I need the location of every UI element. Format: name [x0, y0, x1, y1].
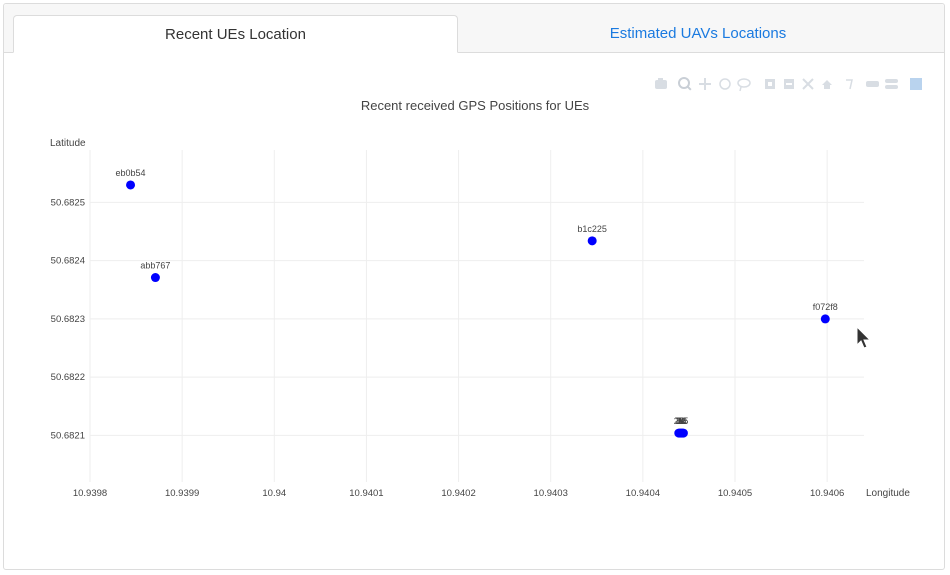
y-tick-label: 50.6823	[51, 314, 85, 325]
x-tick-label: 10.9401	[349, 488, 383, 499]
data-point-label: b1c225	[577, 224, 607, 234]
data-point-eb0b54[interactable]	[126, 180, 136, 190]
x-tick-label: 10.9402	[441, 488, 475, 499]
data-point-label: f072f8	[813, 302, 838, 312]
x-tick-label: 10.9405	[718, 488, 752, 499]
data-point-f072f8[interactable]	[820, 314, 830, 324]
chart-grid	[89, 150, 864, 482]
y-tick-label: 50.6824	[51, 256, 85, 267]
x-tick-label: 10.9403	[534, 488, 568, 499]
data-point-abb767[interactable]	[150, 273, 160, 283]
chart-title: Recent received GPS Positions for UEs	[361, 98, 590, 113]
x-tick-label: 10.9399	[165, 488, 199, 499]
mouse-cursor-icon	[856, 325, 872, 355]
x-tick-label: 10.9404	[626, 488, 660, 499]
y-tick-label: 50.6821	[51, 430, 85, 441]
chart-points: eb0b54abb767b1c225f072f8257b3436ac85	[116, 168, 838, 438]
y-tick-label: 50.6822	[51, 372, 85, 383]
scatter-chart: 10.9398 10.9399 10.94 10.9401 10.9402 10.9403…	[50, 98, 910, 499]
data-point-label: eb0b54	[116, 168, 146, 178]
x-axis-title: Longitude	[866, 488, 910, 499]
x-tick-label: 10.9406	[810, 488, 844, 499]
x-tick-label: 10.9398	[73, 488, 107, 499]
x-tick-label: 10.94	[262, 488, 286, 499]
data-point-85[interactable]	[678, 428, 688, 438]
y-axis-title: Latitude	[50, 138, 86, 149]
data-point-label: abb767	[140, 261, 170, 271]
chart-ticks: 10.9398 10.9399 10.94 10.9401 10.9402 10.9403…	[51, 197, 845, 499]
data-point-label: 85	[678, 416, 688, 426]
data-point-b1c225[interactable]	[587, 236, 597, 246]
y-tick-label: 50.6825	[51, 197, 85, 208]
